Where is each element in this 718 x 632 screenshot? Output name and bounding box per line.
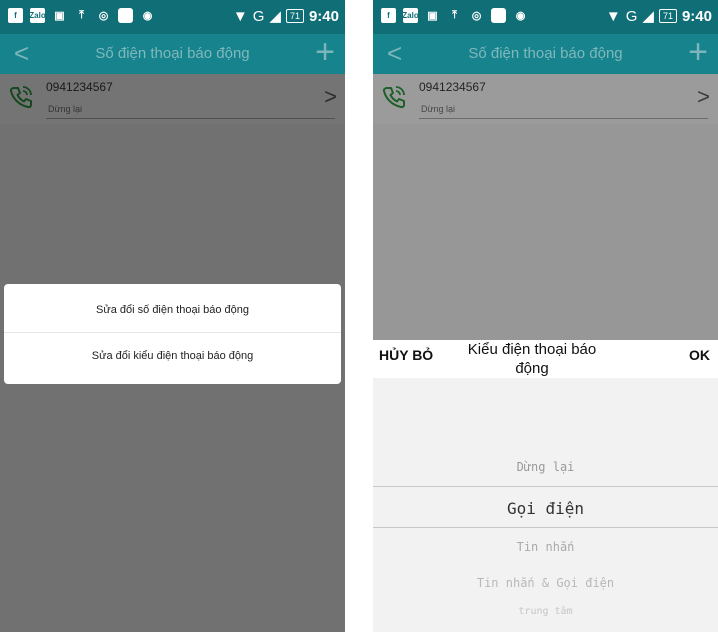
- status-bar: f Zalo ▣ ⤒ ◎ ◉ ▼ G ◢ 71 9:40: [373, 0, 718, 34]
- cancel-button[interactable]: HỦY BỎ: [379, 347, 433, 363]
- facebook-icon: f: [381, 8, 396, 23]
- status-bar: f Zalo ▣ ⤒ ◎ ◉ ▼ G ◢ 71 9:40: [0, 0, 345, 34]
- left-screen: f Zalo ▣ ⤒ ◎ ◉ ▼ G ◢ 71 9:40 < Số điện t…: [0, 0, 345, 632]
- picker-option-selected[interactable]: Gọi điện: [373, 499, 718, 518]
- clock: 9:40: [308, 7, 339, 25]
- network-type: G: [625, 7, 638, 25]
- zalo-icon: Zalo: [29, 8, 46, 23]
- wifi-icon: ▼: [605, 7, 621, 25]
- page-title: Số điện thoại báo động: [95, 45, 250, 62]
- square-icon: [491, 8, 506, 23]
- right-screen: f Zalo ▣ ⤒ ◎ ◉ ▼ G ◢ 71 9:40 < Số điện t…: [373, 0, 718, 632]
- square-icon: [118, 8, 133, 23]
- chrome-icon: ◎: [471, 10, 482, 22]
- selection-line-top: [373, 486, 718, 487]
- image-icon: ▣: [427, 10, 438, 22]
- app-bar: < Số điện thoại báo động +: [0, 34, 345, 74]
- eye-icon: ◉: [515, 10, 526, 22]
- battery-level: 71: [658, 9, 677, 23]
- add-icon[interactable]: +: [315, 35, 335, 69]
- signal-icon: ◢: [269, 8, 281, 25]
- eye-icon: ◉: [142, 10, 153, 22]
- battery-level: 71: [285, 9, 304, 23]
- add-icon[interactable]: +: [688, 35, 708, 69]
- image-icon: ▣: [54, 10, 65, 22]
- edit-options-dialog: Sửa đổi số điện thoại báo động Sửa đổi k…: [4, 284, 341, 384]
- page-title: Số điện thoại báo động: [468, 45, 623, 62]
- ok-button[interactable]: OK: [689, 347, 710, 363]
- zalo-icon: Zalo: [402, 8, 419, 23]
- selection-line-bottom: [373, 527, 718, 528]
- clock: 9:40: [681, 7, 712, 25]
- edit-type-option[interactable]: Sửa đổi kiểu điện thoại báo động: [4, 332, 341, 380]
- modal-overlay[interactable]: [373, 74, 718, 340]
- alarm-type-picker[interactable]: Dừng lại Gọi điện Tin nhắn Tin nhắn & Gọ…: [373, 378, 718, 632]
- edit-number-option[interactable]: Sửa đổi số điện thoại báo động: [4, 286, 341, 334]
- picker-title: Kiểu điện thoại báo động: [467, 341, 597, 377]
- picker-option[interactable]: Tin nhắn & Gọi điện: [373, 576, 718, 590]
- upload-icon: ⤒: [452, 9, 457, 21]
- app-bar: < Số điện thoại báo động +: [373, 34, 718, 74]
- upload-icon: ⤒: [79, 9, 84, 21]
- picker-option[interactable]: trung tâm: [373, 606, 718, 617]
- signal-icon: ◢: [642, 8, 654, 25]
- picker-option[interactable]: Tin nhắn: [373, 540, 718, 554]
- wifi-icon: ▼: [232, 7, 248, 25]
- picker-header: HỦY BỎ Kiểu điện thoại báo động OK: [373, 340, 718, 378]
- picker-option[interactable]: Dừng lại: [373, 460, 718, 474]
- chrome-icon: ◎: [98, 10, 109, 22]
- network-type: G: [252, 7, 265, 25]
- facebook-icon: f: [8, 8, 23, 23]
